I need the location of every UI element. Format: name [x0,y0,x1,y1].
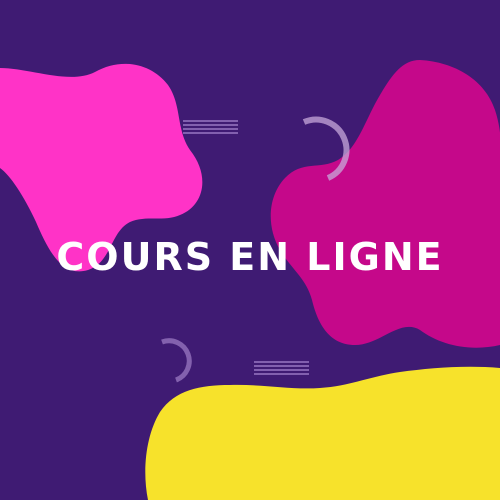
banner-canvas: Cours en ligne [0,0,500,500]
banner-title: Cours en ligne [56,235,444,279]
